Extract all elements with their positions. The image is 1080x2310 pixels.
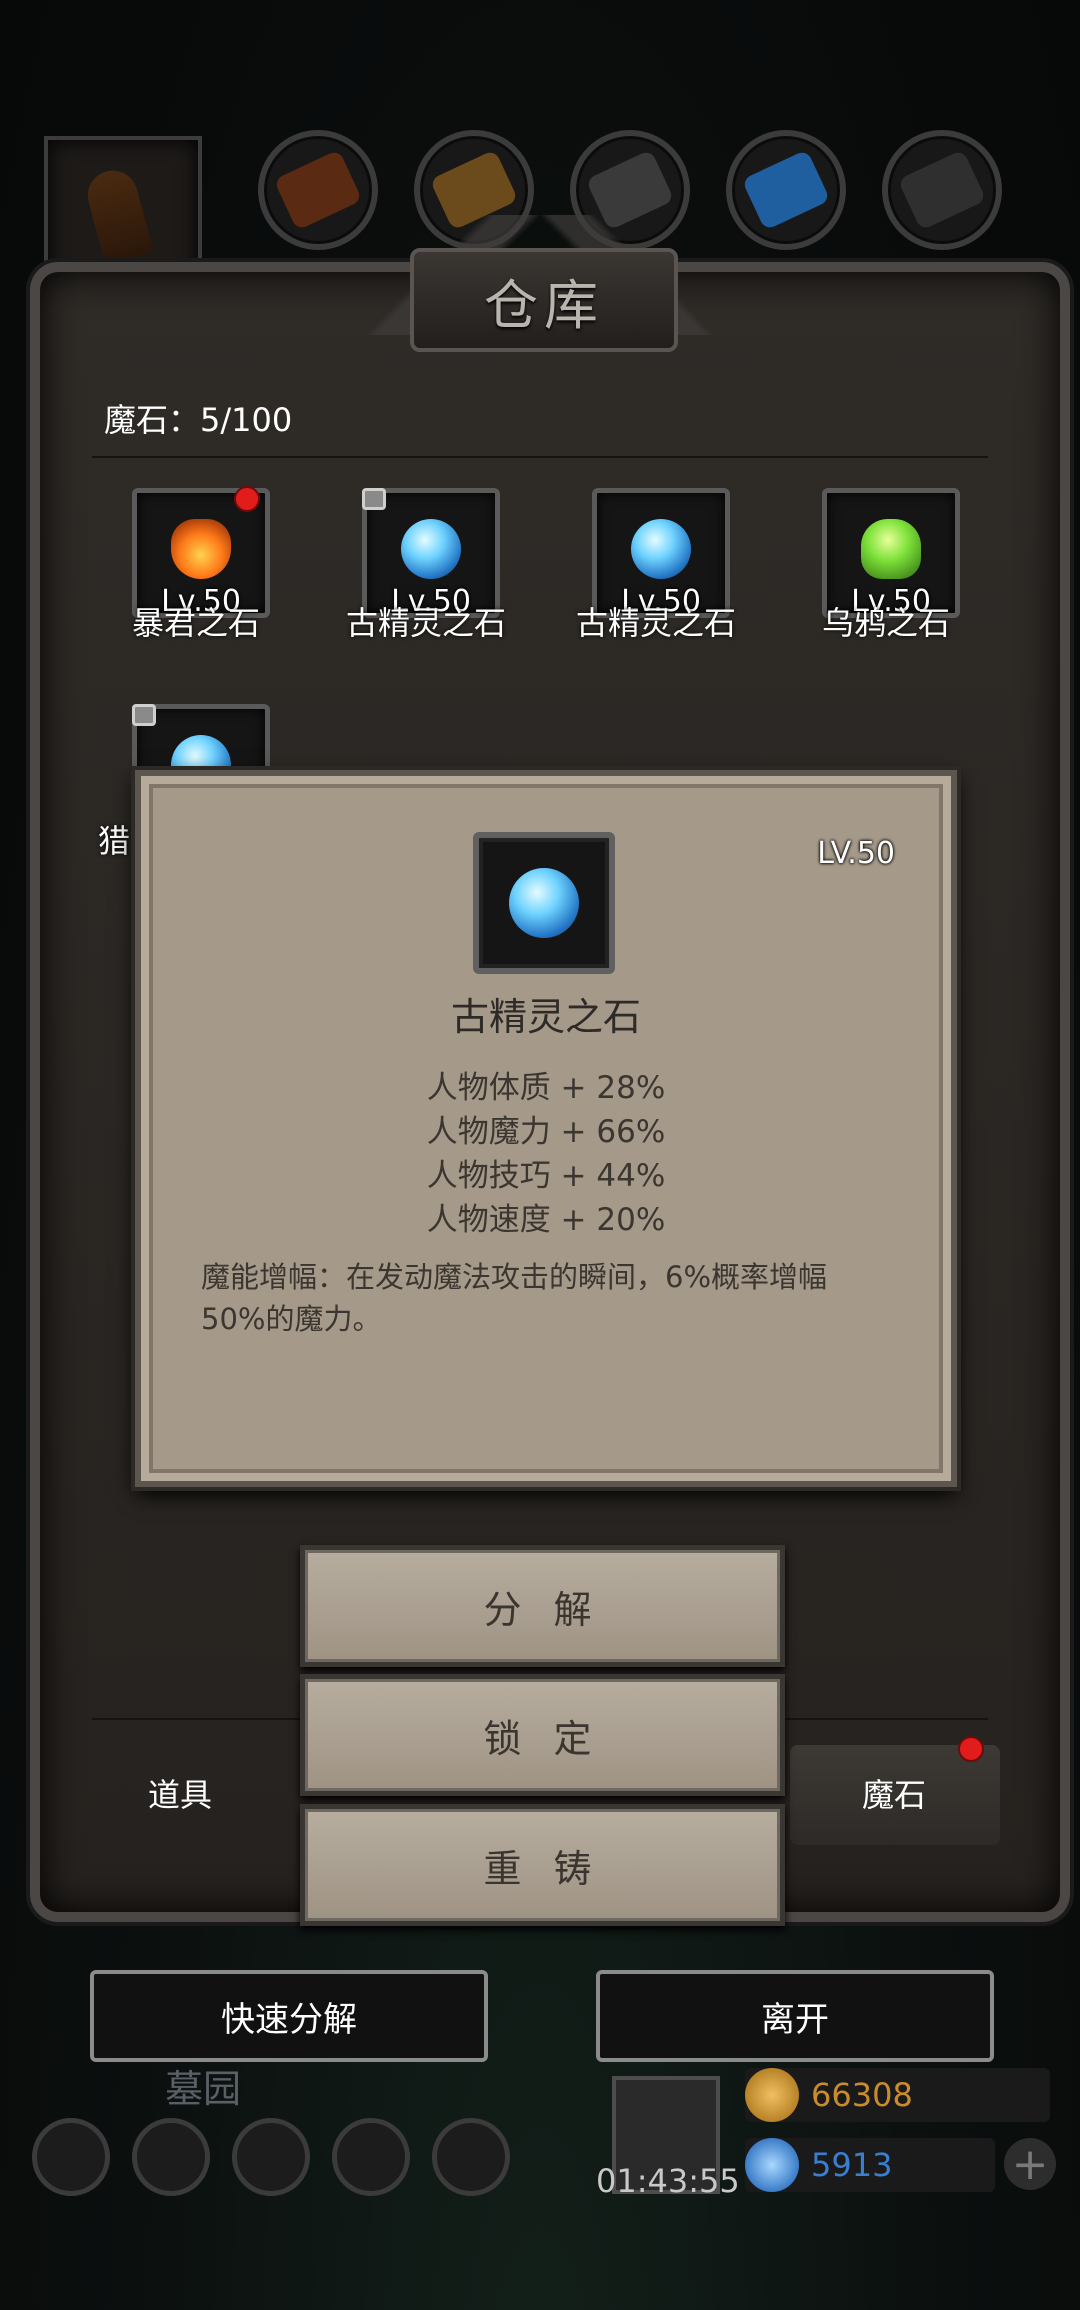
item-name: 古精灵之石	[345, 604, 506, 642]
new-badge	[958, 1736, 984, 1762]
gold-coin-icon	[745, 2068, 799, 2122]
gift-timer: 01:43:55	[596, 2162, 740, 2200]
stat-magic: 人物魔力 + 66%	[426, 1114, 666, 1150]
reforge-button[interactable]: 重 铸	[300, 1804, 785, 1926]
tab-items[interactable]: 道具	[148, 1770, 212, 1816]
stat-skill: 人物技巧 + 44%	[426, 1158, 666, 1194]
lock-icon	[132, 704, 156, 726]
add-currency-button[interactable]: +	[1004, 2138, 1056, 2190]
area-name: 墓园	[165, 2067, 242, 2111]
item-name: 古精灵之石	[575, 604, 736, 642]
popup-item-name: 古精灵之石	[450, 995, 641, 1039]
leave-button[interactable]: 离开	[596, 1970, 994, 2062]
hud-mail-icon[interactable]	[332, 2118, 410, 2196]
panel-title: 仓库	[410, 248, 678, 352]
stat-constitution: 人物体质 + 28%	[426, 1070, 666, 1106]
tab-magic-stone[interactable]: 魔石	[862, 1770, 926, 1816]
lock-icon	[362, 488, 386, 510]
quick-decompose-button[interactable]: 快速分解	[90, 1970, 488, 2062]
gem-amount: 5913	[811, 2146, 893, 2184]
fire-stone-icon	[171, 519, 231, 579]
item-name: 乌鸦之石	[821, 604, 950, 642]
elf-stone-icon	[401, 519, 461, 579]
gold-amount: 66308	[811, 2076, 913, 2114]
item-name: 猎	[97, 822, 130, 860]
crow-stone-icon	[861, 519, 921, 579]
hud-settings-icon[interactable]	[32, 2118, 110, 2196]
popup-item-level: LV.50	[817, 836, 895, 871]
elf-stone-icon	[509, 868, 579, 938]
lock-button[interactable]: 锁 定	[300, 1674, 785, 1796]
popup-stats: 人物体质 + 28% 人物魔力 + 66% 人物技巧 + 44% 人物速度 + …	[141, 1066, 951, 1242]
new-badge	[234, 486, 260, 512]
popup-item-icon	[473, 832, 615, 974]
diamond-icon	[745, 2138, 799, 2192]
stat-speed: 人物速度 + 20%	[426, 1202, 666, 1238]
hud-chest-icon[interactable]	[432, 2118, 510, 2196]
item-detail-popup: LV.50 古精灵之石 人物体质 + 28% 人物魔力 + 66% 人物技巧 +…	[135, 770, 957, 1487]
gem-bar: 5913	[745, 2138, 995, 2192]
popup-description: 魔能增幅：在发动魔法攻击的瞬间，6%概率增幅50%的魔力。	[201, 1260, 828, 1336]
gold-bar: 66308	[745, 2068, 1050, 2122]
hud-star-icon[interactable]	[132, 2118, 210, 2196]
elf-stone-icon	[631, 519, 691, 579]
decompose-button[interactable]: 分 解	[300, 1545, 785, 1667]
divider	[92, 456, 988, 458]
hud-map-icon[interactable]	[232, 2118, 310, 2196]
item-name: 暴君之石	[131, 604, 260, 642]
stone-capacity: 魔石：5/100	[104, 401, 293, 439]
